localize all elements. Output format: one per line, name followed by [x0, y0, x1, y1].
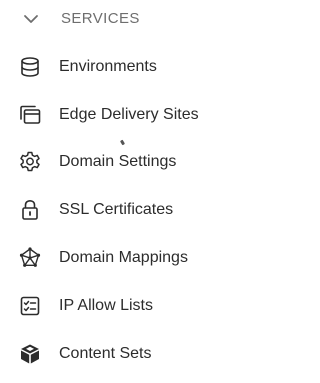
network-star-icon [18, 246, 42, 270]
nav-item-label: Content Sets [59, 345, 152, 362]
services-nav: SERVICES Environments Edge Delivery Site… [0, 0, 266, 383]
section-title: SERVICES [61, 10, 140, 27]
nav-item-domain-mappings[interactable]: Domain Mappings [0, 238, 266, 278]
nav-item-label: Edge Delivery Sites [59, 106, 199, 123]
database-icon [18, 55, 42, 79]
services-section-header[interactable]: SERVICES [0, 0, 266, 38]
lock-icon [18, 198, 42, 222]
nav-item-label: SSL Certificates [59, 201, 174, 218]
gear-icon [18, 150, 42, 174]
nav-item-label: Domain Settings [59, 153, 177, 170]
nav-item-ip-allow-lists[interactable]: IP Allow Lists [0, 286, 266, 326]
cube-icon [18, 342, 42, 366]
chevron-down-icon[interactable] [22, 10, 40, 28]
nav-item-domain-settings[interactable]: Domain Settings [0, 142, 266, 182]
nav-item-environments[interactable]: Environments [0, 47, 266, 87]
nav-item-label: Environments [59, 58, 157, 75]
nav-item-edge-delivery-sites[interactable]: Edge Delivery Sites [0, 95, 266, 135]
nav-item-label: Domain Mappings [59, 249, 188, 266]
nav-item-content-sets[interactable]: Content Sets [0, 334, 266, 374]
stacked-windows-icon [18, 103, 42, 127]
checklist-icon [18, 294, 42, 318]
nav-item-label: IP Allow Lists [59, 297, 153, 314]
nav-item-ssl-certificates[interactable]: SSL Certificates [0, 190, 266, 230]
